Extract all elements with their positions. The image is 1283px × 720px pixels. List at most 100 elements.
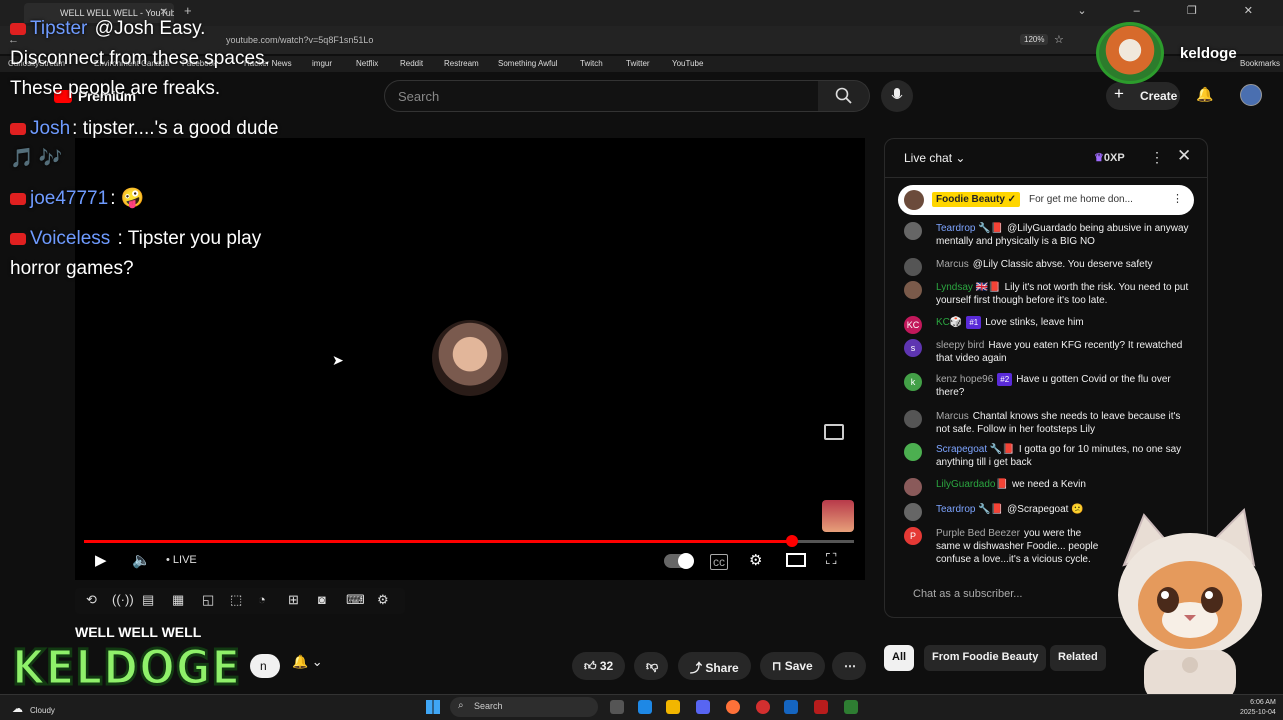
file-explorer-icon[interactable] xyxy=(666,700,680,714)
bookmark-item[interactable]: Restream xyxy=(444,59,479,68)
firefox-icon[interactable] xyxy=(726,700,740,714)
clock-time: 6:06 AM xyxy=(1250,699,1276,706)
streamer-avatar-badge xyxy=(1096,22,1164,84)
terminal-icon[interactable] xyxy=(844,700,858,714)
bookmarks-menu[interactable]: Bookmarks xyxy=(1240,59,1280,68)
crown-rank-badge: #2 xyxy=(997,373,1013,386)
notification-settings-button[interactable]: 🔔 ⌄ xyxy=(292,654,348,678)
bookmark-item[interactable]: Netflix xyxy=(356,59,378,68)
speed-icon[interactable]: ◔ xyxy=(258,592,266,607)
captions-icon[interactable]: cc xyxy=(710,554,728,570)
fullscreen-icon[interactable]: ⛶ xyxy=(826,551,837,568)
chat-more-icon[interactable]: ⋮ xyxy=(1150,149,1164,166)
vtuber-cat-avatar xyxy=(1118,507,1262,703)
bookmark-item[interactable]: Twitter xyxy=(626,59,650,68)
bookmark-item[interactable]: Something Awful xyxy=(498,59,557,68)
search-input[interactable]: Search xyxy=(384,80,820,112)
cinema-icon[interactable]: ▤ xyxy=(142,592,154,608)
chip-all[interactable]: All xyxy=(884,645,915,671)
copilot-icon[interactable] xyxy=(638,700,652,714)
live-chat-mode-dropdown[interactable]: Live chat ⌄ xyxy=(904,151,965,165)
xp-badge[interactable]: ♛0XP xyxy=(1094,151,1125,164)
notifications-bell-icon[interactable]: 🔔 xyxy=(1196,86,1213,103)
chip-from-channel[interactable]: From Foodie Beauty xyxy=(924,645,1047,671)
more-actions-button[interactable]: ⋯ xyxy=(832,652,866,680)
play-icon[interactable]: ▶ xyxy=(95,551,107,569)
bookmark-item[interactable]: Reddit xyxy=(400,59,423,68)
save-button[interactable]: ⊓ Save xyxy=(760,652,825,680)
chat-avatar xyxy=(904,478,922,496)
live-indicator[interactable]: • LIVE xyxy=(166,554,197,566)
volume-icon[interactable]: 🔈 xyxy=(132,551,151,569)
close-icon[interactable]: ✕ xyxy=(1177,146,1191,166)
overlay-chat-message: Tipster @Josh Easy. Disconnect from thes… xyxy=(10,14,300,104)
chat-input[interactable]: Chat as a subscriber... xyxy=(900,582,1110,608)
chat-author[interactable]: Teardrop 🔧📕 xyxy=(936,223,1003,234)
chat-author[interactable]: Marcus xyxy=(936,411,969,422)
overlay-chat-author: Josh xyxy=(30,118,71,139)
overlay-chat-author: Voiceless xyxy=(30,228,111,249)
chip-related[interactable]: Related xyxy=(1050,645,1106,671)
chat-author[interactable]: Purple Bed Beezer xyxy=(936,528,1020,539)
overlay-chat-author: joe47771 xyxy=(30,188,109,209)
bookmark-star-icon[interactable]: ☆ xyxy=(1054,33,1064,46)
media-player-icon[interactable] xyxy=(814,700,828,714)
search-button[interactable] xyxy=(818,80,870,112)
chat-text: we need a Kevin xyxy=(1011,479,1086,490)
bookmark-item[interactable]: YouTube xyxy=(672,59,703,68)
chat-author[interactable]: LilyGuardado📕 xyxy=(936,479,1008,490)
overlay-chat-author: Tipster xyxy=(30,18,88,39)
zoom-level[interactable]: 120% xyxy=(1020,34,1049,45)
pinned-avatar xyxy=(904,190,924,210)
crop-icon[interactable]: ⬚ xyxy=(230,592,242,608)
taskbar-clock[interactable]: 6:06 AM 2025-10-04 xyxy=(1240,698,1276,718)
microphone-icon xyxy=(891,88,903,99)
chat-author[interactable]: kenz hope96 xyxy=(936,374,993,385)
add-screen-icon[interactable]: ⊞ xyxy=(288,592,299,608)
loop-icon[interactable]: ⟲ xyxy=(86,592,97,608)
chat-author[interactable]: Scrapegoat 🔧📕 xyxy=(936,444,1015,455)
audio-mode-icon[interactable]: ((·)) xyxy=(112,592,134,607)
resize-icon[interactable]: ◱ xyxy=(202,592,214,608)
plus-icon: + xyxy=(1114,84,1124,103)
share-label: Share xyxy=(705,661,739,675)
miniplayer-icon[interactable] xyxy=(824,424,844,440)
bookmark-item[interactable]: Twitch xyxy=(580,59,603,68)
chat-author[interactable]: Lyndsay 🇬🇧📕 xyxy=(936,282,1001,293)
search-icon: ⌕ xyxy=(458,700,464,711)
bookmark-item[interactable]: imgur xyxy=(312,59,332,68)
account-avatar[interactable] xyxy=(1240,84,1262,106)
settings-gear-icon[interactable]: ⚙ xyxy=(749,551,762,569)
chat-message: Marcus @Lily Classic abvse. You deserve s… xyxy=(904,258,1194,276)
chat-avatar: P xyxy=(904,527,922,545)
like-button[interactable]: 👍︎ 32 xyxy=(572,652,626,680)
progress-scrubber[interactable] xyxy=(786,535,798,547)
weather-widget[interactable]: Cloudy xyxy=(30,706,55,715)
save-label: Save xyxy=(784,659,813,673)
voice-search-button[interactable] xyxy=(881,80,913,112)
chevron-down-icon: ⌄ xyxy=(955,151,966,165)
pinned-more-icon[interactable]: ⋮ xyxy=(1172,192,1183,205)
streamer-name: keldoge xyxy=(1180,45,1237,62)
share-button[interactable]: ⤴ Share xyxy=(678,652,751,680)
chat-author[interactable]: sleepy bird xyxy=(936,340,984,351)
chat-text: Chantal knows she needs to leave because… xyxy=(936,411,1181,435)
chat-author[interactable]: KC🎲 xyxy=(936,317,962,328)
chat-author[interactable]: Teardrop 🔧📕 xyxy=(936,504,1003,515)
window-controls[interactable]: ⌄ – ❐ ✕ xyxy=(1077,4,1275,17)
discord-icon[interactable] xyxy=(696,700,710,714)
subscribe-button[interactable]: n xyxy=(250,654,280,678)
theater-mode-icon[interactable] xyxy=(786,553,806,567)
chat-author[interactable]: Marcus xyxy=(936,259,969,270)
keyboard-icon[interactable]: ⌨ xyxy=(346,592,365,608)
dislike-button[interactable]: 👎︎ xyxy=(634,652,668,680)
extension-settings-icon[interactable]: ⚙ xyxy=(377,592,389,608)
xp-value: 0XP xyxy=(1103,152,1125,164)
task-view-icon[interactable] xyxy=(610,700,624,714)
word-icon[interactable] xyxy=(784,700,798,714)
taskbar-search[interactable]: Search xyxy=(450,697,598,717)
screenshot-icon[interactable]: ◙ xyxy=(318,592,326,607)
calendar-icon[interactable]: ▦ xyxy=(172,592,184,608)
app-icon[interactable] xyxy=(756,700,770,714)
windows-start-icon[interactable] xyxy=(426,700,440,714)
